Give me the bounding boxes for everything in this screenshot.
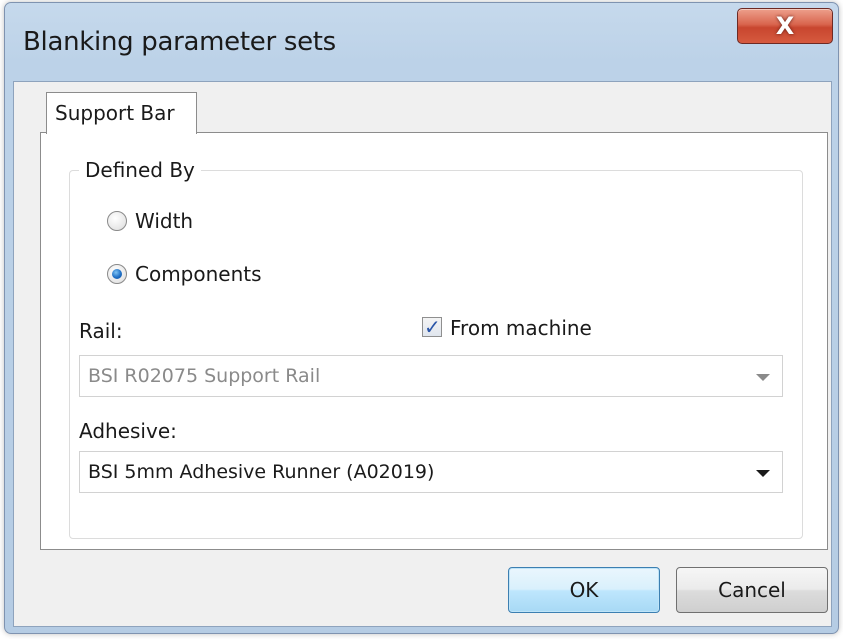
from-machine-label: From machine xyxy=(450,316,592,340)
adhesive-select-value: BSI 5mm Adhesive Runner (A02019) xyxy=(88,461,435,483)
dialog-window: Blanking parameter sets X Support Bar De… xyxy=(4,2,839,634)
tab-label: Support Bar xyxy=(55,101,175,125)
check-icon: ✓ xyxy=(424,315,441,339)
tab-support-bar[interactable]: Support Bar xyxy=(46,92,197,134)
radio-button-unselected[interactable] xyxy=(107,211,127,231)
checkbox-box[interactable]: ✓ xyxy=(422,315,442,339)
adhesive-label: Adhesive: xyxy=(79,419,177,443)
tab-panel: Defined By Width Components Rail: ✓ From… xyxy=(40,132,828,550)
close-icon: X xyxy=(775,12,795,40)
from-machine-checkbox[interactable]: ✓ From machine xyxy=(422,315,622,342)
rail-label: Rail: xyxy=(79,319,123,343)
radio-label-width: Width xyxy=(135,209,194,233)
dialog-body: Support Bar Defined By Width Components … xyxy=(13,81,832,627)
chevron-down-icon[interactable] xyxy=(756,470,770,477)
radio-button-selected[interactable] xyxy=(107,264,127,284)
close-button[interactable]: X xyxy=(737,8,833,44)
cancel-button[interactable]: Cancel xyxy=(676,567,828,613)
rail-select[interactable]: BSI R02075 Support Rail xyxy=(79,355,783,397)
rail-select-value: BSI R02075 Support Rail xyxy=(88,365,321,387)
chevron-down-icon[interactable] xyxy=(756,374,770,381)
window-title: Blanking parameter sets xyxy=(23,27,336,57)
title-bar[interactable]: Blanking parameter sets X xyxy=(5,3,838,81)
radio-selected-dot-icon xyxy=(112,269,122,279)
adhesive-select[interactable]: BSI 5mm Adhesive Runner (A02019) xyxy=(79,451,783,493)
group-box-gap xyxy=(201,267,791,439)
ok-button[interactable]: OK xyxy=(508,567,660,613)
group-legend: Defined By xyxy=(79,158,201,182)
radio-label-components: Components xyxy=(135,262,262,286)
